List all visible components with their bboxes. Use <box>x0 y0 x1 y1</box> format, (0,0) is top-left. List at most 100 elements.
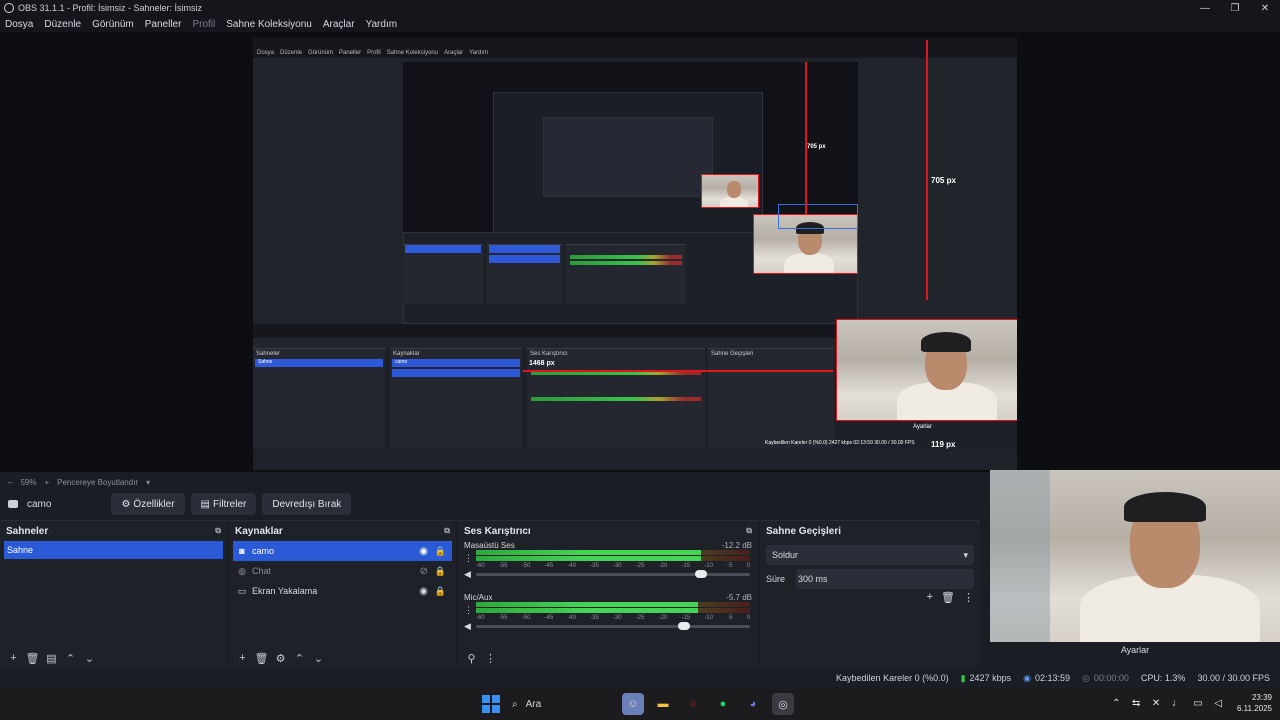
windows-start-icon[interactable] <box>482 695 500 713</box>
scene-item[interactable]: Sahne <box>4 541 223 559</box>
scenes-title: Sahneler <box>6 525 49 537</box>
level-meter <box>476 550 750 555</box>
nested-big-transitions: Sahne Geçişleri <box>708 348 834 448</box>
link-icon[interactable]: ⚲ <box>462 650 481 666</box>
undock-icon[interactable]: ⧉ <box>444 526 450 536</box>
more-icon[interactable]: ⋮ <box>963 591 974 604</box>
mic-icon[interactable]: ♩ <box>1172 698 1182 709</box>
folder-icon[interactable]: ▬ <box>652 693 674 715</box>
meter-ticks: -60 -55 -50 -45 -40 -35 -30 -25 -20 -15 -10 -5 0 <box>476 563 750 569</box>
chevron-down-icon[interactable]: ▾ <box>146 478 150 487</box>
menu-scene-collection[interactable]: Sahne Koleksiyonu <box>226 19 312 30</box>
menu-view[interactable]: Görünüm <box>92 19 134 30</box>
fit-to-window[interactable]: Pencereye Boyutlandır <box>57 478 138 487</box>
title-bar: OBS 31.1.1 - Profil: İsimsiz - Sahneler:… <box>0 0 1280 16</box>
selection-box[interactable] <box>836 319 1017 421</box>
source-item-screen-capture[interactable]: ▭ Ekran Yakalama ◉ 🔒 <box>233 581 452 601</box>
menu-help[interactable]: Yardım <box>366 19 398 30</box>
speaker-icon[interactable]: ◀ <box>464 621 471 632</box>
selected-source-name: camo <box>27 498 52 510</box>
add-icon[interactable]: + <box>233 650 252 666</box>
filters-button[interactable]: ▤ Filtreler <box>190 493 257 515</box>
measure-label-right: 705 px <box>931 176 956 185</box>
camera-label: Ayarlar <box>1120 645 1150 655</box>
minimize-button[interactable]: — <box>1190 0 1220 16</box>
channel-name: Mic/Aux <box>464 593 493 602</box>
scenes-footer: + 🗑 ▤ ⌃ ⌄ <box>4 650 99 666</box>
screen-icon[interactable]: ▭ <box>1193 698 1202 709</box>
menu-profile[interactable]: Profil <box>192 19 215 30</box>
menu-tools[interactable]: Araçlar <box>323 19 355 30</box>
trash-icon[interactable]: 🗑 <box>941 591 955 604</box>
camera-icon: ◙ <box>239 546 245 556</box>
source-item-camo[interactable]: ◙ camo ◉ 🔒 <box>233 541 452 561</box>
trash-icon[interactable]: 🗑 <box>23 650 42 666</box>
meter-ticks: -60 -55 -50 -45 -40 -35 -30 -25 -20 -15 -10 -5 0 <box>476 615 750 621</box>
preview-canvas[interactable]: Dosya Düzenle Görünüm Paneller Profil Sahne K… <box>253 38 1017 470</box>
camera-overlay <box>990 470 1280 642</box>
monitor-icon: ▭ <box>237 585 247 596</box>
volume-slider[interactable] <box>476 622 750 630</box>
arrow-down-icon[interactable]: ⌄ <box>80 650 99 666</box>
menu-edit[interactable]: Düzenle <box>44 19 81 30</box>
measure-label-bottom: 119 px <box>931 440 956 449</box>
eye-icon[interactable]: ◉ <box>419 586 428 597</box>
volume-slider[interactable] <box>476 570 750 578</box>
undock-icon[interactable]: ⧉ <box>746 526 752 536</box>
more-icon[interactable]: ⋮ <box>481 650 500 666</box>
menu-docks[interactable]: Paneller <box>145 19 182 30</box>
widgets-icon[interactable]: ☺ <box>622 693 644 715</box>
zoom-in-button[interactable]: + <box>44 478 49 487</box>
level-meter <box>476 608 750 613</box>
speaker-icon[interactable]: ◀ <box>464 569 471 580</box>
mute-icon[interactable]: ✕ <box>1152 698 1160 709</box>
slider-handle[interactable] <box>678 622 691 630</box>
zoom-out-button[interactable]: – <box>8 478 12 487</box>
maximize-button[interactable]: ❐ <box>1220 0 1250 16</box>
network-icon[interactable]: ⇆ <box>1132 698 1140 709</box>
gear-icon: ⚙ <box>121 498 131 510</box>
spotify-icon[interactable]: ● <box>712 693 734 715</box>
more-icon[interactable]: ⋮ <box>464 553 473 564</box>
mixer-footer: ⚲ ⋮ <box>462 650 500 666</box>
taskbar-search[interactable]: ⌕ Ara <box>512 693 622 715</box>
discord-icon[interactable]: ◕ <box>742 693 764 715</box>
preview-webcam-label: Ayarlar <box>913 424 932 430</box>
undock-icon[interactable]: ⧉ <box>215 526 221 536</box>
chevron-up-icon[interactable]: ⌃ <box>1112 698 1120 709</box>
channel-name: Masaüstü Ses <box>464 541 515 550</box>
nested-title-bar <box>253 38 1017 48</box>
speaker-icon[interactable]: ◁ <box>1214 698 1222 709</box>
red-guide-horizontal <box>523 370 833 372</box>
window-title: OBS 31.1.1 - Profil: İsimsiz - Sahneler:… <box>18 3 203 13</box>
gear-icon[interactable]: ⚙ <box>271 650 290 666</box>
trash-icon[interactable]: 🗑 <box>252 650 271 666</box>
deactivate-button[interactable]: Devredışı Bırak <box>262 493 352 515</box>
add-icon[interactable]: + <box>4 650 23 666</box>
lock-icon[interactable]: 🔒 <box>435 546 446 557</box>
arrow-down-icon[interactable]: ⌄ <box>309 650 328 666</box>
close-button[interactable]: ✕ <box>1250 0 1280 16</box>
arrow-up-icon[interactable]: ⌃ <box>61 650 80 666</box>
menu-file[interactable]: Dosya <box>5 19 33 30</box>
obs-taskbar-icon[interactable]: ◎ <box>772 693 794 715</box>
duration-input[interactable]: 300 ms <box>796 569 974 589</box>
nested-taskbar <box>253 452 1017 470</box>
slider-handle[interactable] <box>694 570 707 578</box>
level-meter <box>476 602 750 607</box>
nested-menu-bar: Dosya Düzenle Görünüm Paneller Profil Sahne K… <box>253 48 1017 58</box>
transition-select[interactable]: Soldur ▾ <box>766 545 974 565</box>
properties-button[interactable]: ⚙ Özellikler <box>111 493 185 515</box>
more-icon[interactable]: ⋮ <box>464 605 473 616</box>
source-item-chat[interactable]: ◍ Chat ⊘ 🔒 <box>233 561 452 581</box>
filter-icon[interactable]: ▤ <box>42 650 61 666</box>
add-icon[interactable]: + <box>927 591 933 604</box>
opera-icon[interactable]: ○ <box>682 693 704 715</box>
lock-icon[interactable]: 🔒 <box>435 586 446 597</box>
clock[interactable]: 23:39 6.11.2025 <box>1237 692 1272 714</box>
eye-icon[interactable]: ◉ <box>419 546 428 557</box>
camera-icon <box>8 500 18 508</box>
arrow-up-icon[interactable]: ⌃ <box>290 650 309 666</box>
lock-icon[interactable]: 🔒 <box>435 566 446 577</box>
eye-hidden-icon[interactable]: ⊘ <box>420 566 428 577</box>
